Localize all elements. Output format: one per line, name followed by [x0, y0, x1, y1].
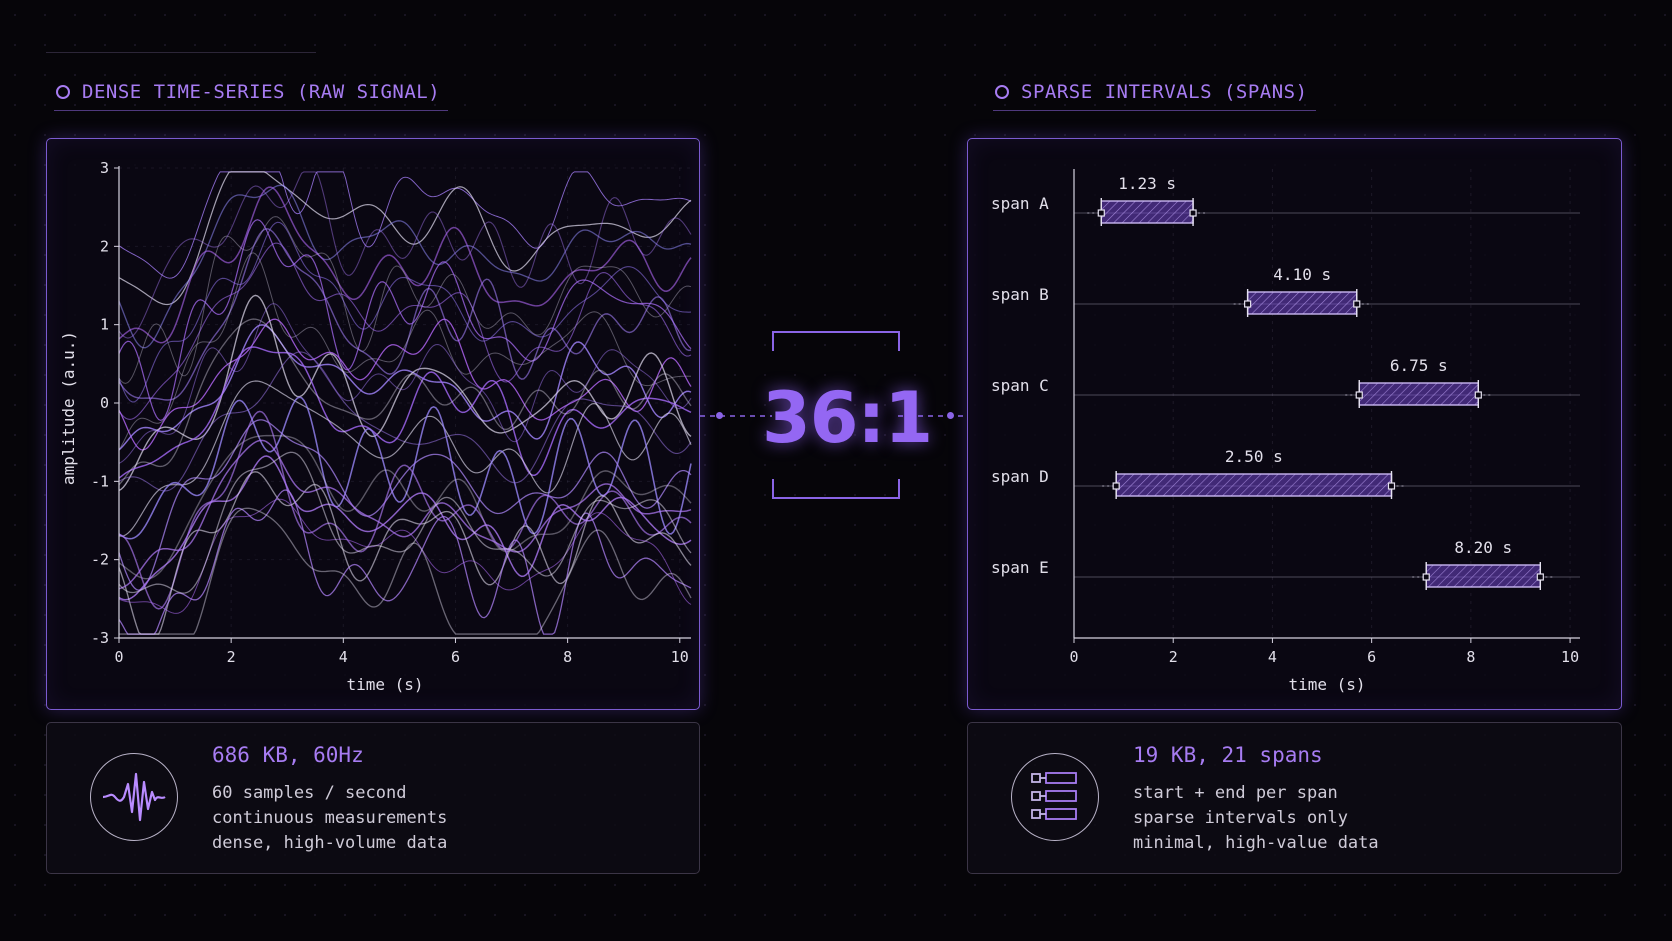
- sparse-headline: 19 KB, 21 spans: [1133, 743, 1323, 767]
- span-list-icon: [1011, 753, 1099, 841]
- x-tick-label: 0: [1069, 648, 1078, 666]
- dense-line-chart: -3 -2 -1 0 1 2 3 0 2 4 6 8 10 time (s) amplitude (a.u.…: [59, 159, 692, 694]
- span-bar: [1100, 200, 1194, 224]
- x-tick-label: 2: [1169, 648, 1178, 666]
- ring-icon: [995, 85, 1009, 99]
- bracket-top: [772, 331, 900, 351]
- dense-line-2: continuous measurements: [212, 808, 448, 828]
- sparse-line-3: minimal, high-value data: [1133, 833, 1379, 853]
- span-duration-label: 4.10 s: [1273, 265, 1331, 284]
- sparse-title-text: SPARSE INTERVALS (SPANS): [1021, 81, 1308, 103]
- y-tick-label: 0: [100, 394, 109, 412]
- dense-section-title: DENSE TIME-SERIES (RAW SIGNAL): [54, 74, 449, 111]
- span-duration-label: 8.20 s: [1454, 538, 1512, 557]
- series-line: [118, 324, 692, 451]
- span-end-marker: [1189, 209, 1197, 217]
- dense-info-card: 686 KB, 60Hz 60 samples / second continu…: [46, 722, 700, 874]
- series-line: [118, 318, 692, 486]
- x-tick-label: 8: [1466, 648, 1475, 666]
- x-tick-label: 8: [563, 648, 572, 666]
- dense-line-1: 60 samples / second: [212, 783, 407, 803]
- span-duration-label: 1.23 s: [1118, 174, 1176, 193]
- span-row-label: span A: [991, 194, 1049, 213]
- y-tick-label: 3: [100, 159, 109, 177]
- x-tick-label: 10: [1561, 648, 1579, 666]
- dense-chart-panel: -3 -2 -1 0 1 2 3 0 2 4 6 8 10 time (s) amplitude (a.u.…: [46, 138, 700, 710]
- span-start-marker: [1422, 573, 1430, 581]
- sparse-section-title: SPARSE INTERVALS (SPANS): [993, 74, 1316, 111]
- connector-dot: [716, 412, 723, 419]
- span-bar: [1115, 473, 1393, 497]
- series-line: [118, 171, 692, 279]
- x-tick-label: 0: [114, 648, 123, 666]
- span-row-label: span D: [991, 467, 1049, 486]
- dense-line-3: dense, high-volume data: [212, 833, 448, 853]
- waveform-icon: [90, 753, 178, 841]
- series-line: [118, 242, 692, 420]
- decorative-line: [46, 52, 316, 53]
- span-row-label: span E: [991, 558, 1049, 577]
- dense-title-text: DENSE TIME-SERIES (RAW SIGNAL): [82, 81, 441, 103]
- y-tick-label: -2: [91, 551, 109, 569]
- x-axis-label: time (s): [346, 675, 423, 694]
- span-end-marker: [1387, 482, 1396, 490]
- x-tick-label: 10: [671, 648, 689, 666]
- x-tick-label: 4: [339, 648, 348, 666]
- span-duration-label: 2.50 s: [1225, 447, 1283, 466]
- span-start-marker: [1244, 300, 1252, 308]
- compression-ratio: 36:1: [762, 377, 933, 459]
- dense-description: 60 samples / second continuous measureme…: [212, 781, 447, 856]
- series-line: [118, 171, 692, 339]
- series-line: [118, 303, 692, 464]
- span-gantt-chart: span A 1.23 s span B 4.10 s span C 6.75 s span…: [991, 169, 1580, 694]
- span-end-marker: [1474, 391, 1482, 399]
- y-tick-label: -1: [91, 472, 109, 490]
- sparse-line-1: start + end per span: [1133, 783, 1338, 803]
- series-line: [118, 489, 692, 635]
- series-line: [118, 346, 692, 479]
- connector-dot: [947, 412, 954, 419]
- x-tick-label: 2: [227, 648, 236, 666]
- sparse-info-card: 19 KB, 21 spans start + end per span spa…: [967, 722, 1622, 874]
- ring-icon: [56, 85, 70, 99]
- span-bar: [1246, 291, 1358, 315]
- span-bar: [1358, 382, 1480, 406]
- compression-ratio-box: 36:1: [762, 331, 933, 499]
- y-axis-label: amplitude (a.u.): [59, 331, 78, 485]
- span-end-marker: [1353, 300, 1361, 308]
- span-bar: [1425, 564, 1542, 588]
- span-start-marker: [1355, 391, 1363, 399]
- span-row-label: span C: [991, 376, 1049, 395]
- x-tick-label: 6: [1367, 648, 1376, 666]
- series-line: [118, 455, 692, 601]
- bracket-bottom: [772, 479, 900, 499]
- series-line: [118, 294, 692, 492]
- series-line: [118, 216, 692, 384]
- series-line: [118, 318, 692, 451]
- dense-headline: 686 KB, 60Hz: [212, 743, 364, 767]
- series-line: [118, 171, 692, 306]
- span-end-marker: [1536, 573, 1544, 581]
- x-tick-label: 4: [1268, 648, 1277, 666]
- span-start-marker: [1097, 209, 1105, 217]
- sparse-line-2: sparse intervals only: [1133, 808, 1348, 828]
- x-axis-label: time (s): [1288, 675, 1365, 694]
- sparse-description: start + end per span sparse intervals on…: [1133, 781, 1379, 856]
- span-row-label: span B: [991, 285, 1049, 304]
- series-line: [119, 507, 692, 635]
- y-tick-label: 2: [100, 237, 109, 255]
- y-tick-label: -3: [91, 629, 109, 647]
- y-tick-label: 1: [100, 316, 109, 334]
- sparse-chart-panel: span A 1.23 s span B 4.10 s span C 6.75 s span…: [967, 138, 1622, 710]
- span-duration-label: 6.75 s: [1390, 356, 1448, 375]
- series-group: [118, 171, 692, 635]
- x-tick-label: 6: [451, 648, 460, 666]
- span-start-marker: [1112, 482, 1120, 490]
